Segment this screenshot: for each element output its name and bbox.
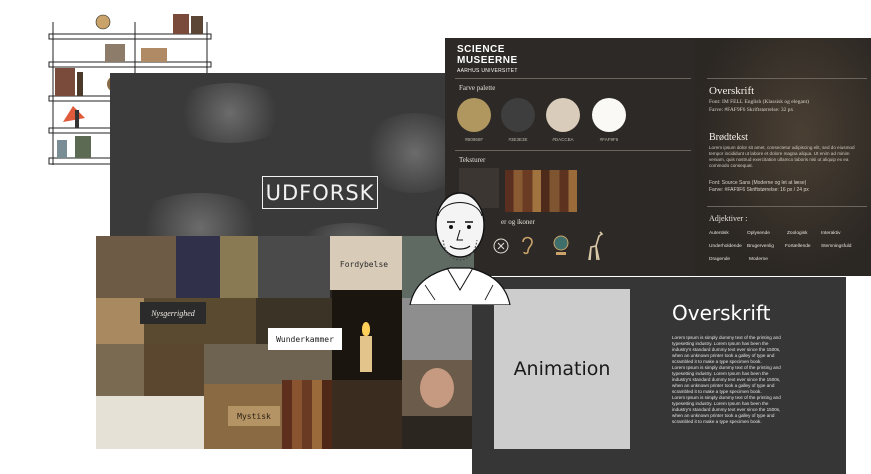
logo-line-2: MUSEERNE: [457, 55, 518, 66]
adjective: Oplysende: [747, 231, 770, 236]
adjective: Zoologisk: [787, 231, 808, 236]
globe-icon: [553, 235, 569, 255]
adjective: Moderne: [749, 257, 768, 262]
adjective: Brugervenlig: [747, 244, 774, 249]
adjective: Dragende: [709, 257, 731, 262]
swatch-code: #DACCBA: [552, 137, 574, 142]
heading-sample-title: Overskrift: [709, 85, 755, 97]
animation-slide: Animation Overskrift Lorem Ipsum is simp…: [472, 277, 846, 474]
body-sample-title: Brødtekst: [709, 132, 748, 143]
collection-photo: [204, 344, 332, 384]
creature-photo: [176, 236, 220, 298]
palette-label: Farve palette: [459, 84, 496, 92]
logo-line-1: SCIENCE: [457, 44, 505, 55]
smoke-photo: [258, 236, 330, 298]
body-font-spec: Font: Source Sans (Moderne og let at læs…: [709, 180, 807, 186]
shelf-photo: [96, 298, 144, 344]
word-wunderkammer: Wunderkammer: [268, 328, 342, 350]
snake-illustration: [96, 396, 204, 449]
animation-slide-title: Overskrift: [672, 301, 771, 325]
adjective: Stemningsfuld: [821, 244, 852, 249]
heading-font-spec: Font: IM FELL English (Klassisk og elega…: [709, 99, 810, 105]
swatch-beige: [546, 98, 580, 132]
word-mystisk: Mystisk: [228, 406, 280, 426]
ear-icon: [522, 236, 533, 255]
giraffe-photo: [220, 236, 258, 298]
heading-color-spec: Farve: #FAF9F6 Skriftstørrelse: 32 px: [709, 107, 794, 113]
frames-photo: [96, 344, 144, 396]
books-photo: [282, 380, 332, 449]
udforsk-title: UDFORSK: [262, 176, 378, 209]
candle-photo: [332, 290, 402, 380]
adjectives-label: Adjektiver :: [709, 214, 748, 223]
animation-paragraph: Lorem Ipsum is simply dummy text of the …: [672, 395, 781, 424]
bookshelf-photo: [332, 380, 402, 449]
swatch-code: #B0965F: [464, 137, 484, 142]
body-color-spec: Farve: #FAF9F6 Skriftstørrelse: 16 px / …: [709, 187, 809, 193]
word-nysgerrighed: Nysgerrighed: [140, 302, 206, 324]
cabinet-photo: [96, 236, 176, 298]
animation-paragraph: Lorem Ipsum is simply dummy text of the …: [672, 365, 781, 394]
drawings-photo: [402, 298, 474, 360]
logo-line-3: AARHUS UNIVERSITET: [457, 68, 518, 74]
body-sample-text: Lorem ipsum dolor sit amet, consectetur …: [709, 145, 855, 168]
adjective: Underholdende: [709, 244, 742, 249]
animation-placeholder: Animation: [494, 289, 630, 449]
adjective: Autentisk: [709, 231, 729, 236]
swatch-charcoal: [501, 98, 535, 132]
bald-man-photo: [402, 360, 474, 416]
swatch-code: #FAF9F6: [599, 137, 619, 142]
swatch-offwhite: [592, 98, 626, 132]
swatch-gold: [457, 98, 491, 132]
bust-photo: [144, 344, 204, 396]
swatch-code: #3E3E3E: [508, 137, 528, 142]
adjective: Fortællende: [785, 244, 811, 249]
animation-paragraph: Lorem Ipsum is simply dummy text of the …: [672, 335, 781, 364]
giraffe-icon: [588, 231, 604, 261]
texture-label: Teksturer: [459, 156, 486, 164]
sciencemuseerne-logo: SCIENCE MUSEERNE AARHUS UNIVERSITET: [457, 44, 518, 77]
texture-books: [505, 170, 577, 212]
word-fordybelse: Fordybelse: [339, 259, 389, 269]
adjective: Interaktiv: [821, 231, 841, 236]
cabinet-drawers-photo: [402, 416, 474, 449]
portrait-sketch-illustration: [409, 192, 511, 305]
